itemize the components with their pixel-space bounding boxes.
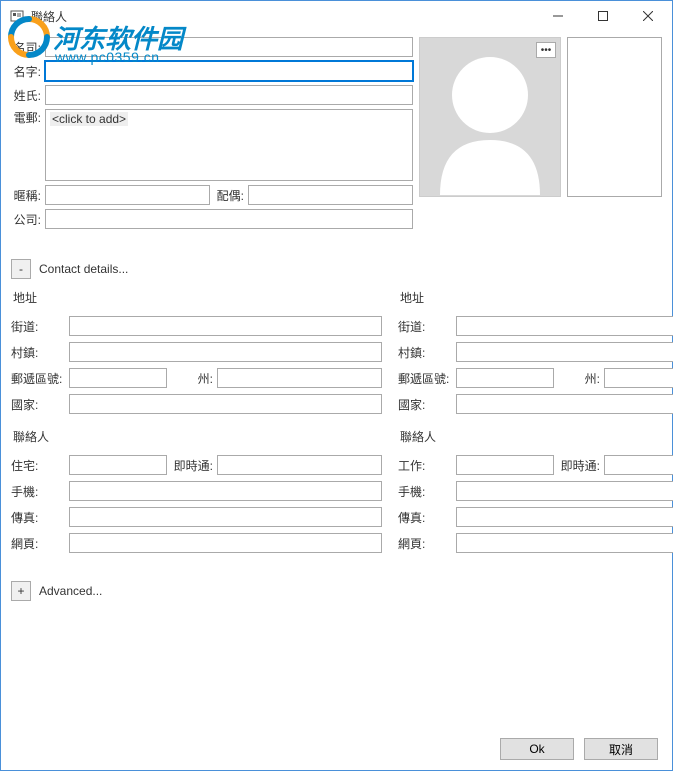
fax1-label: 傳真: (11, 509, 69, 526)
home1-input[interactable] (69, 455, 167, 475)
spouse-input[interactable] (248, 185, 413, 205)
country1-input[interactable] (69, 394, 382, 414)
minimize-button[interactable] (535, 2, 580, 30)
work2-label: 工作: (398, 457, 456, 474)
web1-label: 網頁: (11, 535, 69, 552)
contact1-header: 聯絡人 (11, 428, 382, 445)
village2-input[interactable] (456, 342, 673, 362)
im2-input[interactable] (604, 455, 673, 475)
address2-header: 地址 (398, 289, 673, 306)
country2-label: 國家: (398, 396, 456, 413)
state1-input[interactable] (217, 368, 382, 388)
state2-label: 州: (554, 370, 604, 387)
fax2-label: 傳真: (398, 509, 456, 526)
im1-label: 即時通: (167, 457, 217, 474)
postal2-input[interactable] (456, 368, 554, 388)
dialog-footer: Ok 取消 (500, 738, 658, 760)
contact-window: 聯絡人 河东软件园 www.pc0359.cn 名司: 名字: 姓氏: (0, 0, 673, 771)
fax2-input[interactable] (456, 507, 673, 527)
firstname-label: 名字: (11, 63, 45, 80)
contact-details-label: Contact details... (39, 262, 128, 276)
avatar-more-button[interactable]: ••• (536, 42, 556, 58)
country2-input[interactable] (456, 394, 673, 414)
web1-input[interactable] (69, 533, 382, 553)
nickname-input[interactable] (45, 185, 210, 205)
notes-textarea[interactable] (567, 37, 662, 197)
avatar-placeholder[interactable]: ••• (419, 37, 561, 197)
mobile1-label: 手機: (11, 483, 69, 500)
window-controls (535, 2, 670, 30)
address-column-2: 地址 街道: 村鎮: 郵遞區號: 州: 國家: 聯絡人 工作: 即時通: 手機: 傳… (398, 289, 673, 559)
postal1-label: 郵遞區號: (11, 370, 69, 387)
cancel-button[interactable]: 取消 (584, 738, 658, 760)
mobile2-input[interactable] (456, 481, 673, 501)
street1-label: 街道: (11, 318, 69, 335)
lastname-label: 姓氏: (11, 87, 45, 104)
firstname-input[interactable] (45, 61, 413, 81)
close-button[interactable] (625, 2, 670, 30)
email-label: 電郵: (11, 109, 45, 126)
mobile1-input[interactable] (69, 481, 382, 501)
titlebar: 聯絡人 (1, 1, 672, 31)
name-input[interactable] (45, 37, 413, 57)
address-column-1: 地址 街道: 村鎮: 郵遞區號: 州: 國家: 聯絡人 住宅: 即時通: 手機: 傳… (11, 289, 382, 559)
mobile2-label: 手機: (398, 483, 456, 500)
street2-input[interactable] (456, 316, 673, 336)
basic-info-form: 名司: 名字: 姓氏: 電郵: <click to add> 暱稱: (11, 37, 413, 233)
street2-label: 街道: (398, 318, 456, 335)
state2-input[interactable] (604, 368, 673, 388)
email-input[interactable]: <click to add> (45, 109, 413, 181)
spouse-label: 配偶: (210, 187, 248, 204)
contact2-header: 聯絡人 (398, 428, 673, 445)
content-area: 名司: 名字: 姓氏: 電郵: <click to add> 暱稱: (1, 31, 672, 617)
postal1-input[interactable] (69, 368, 167, 388)
web2-input[interactable] (456, 533, 673, 553)
postal2-label: 郵遞區號: (398, 370, 456, 387)
web2-label: 網頁: (398, 535, 456, 552)
work2-input[interactable] (456, 455, 554, 475)
company-label: 公司: (11, 211, 45, 228)
contact-details-toggle[interactable]: - (11, 259, 31, 279)
address1-header: 地址 (11, 289, 382, 306)
maximize-button[interactable] (580, 2, 625, 30)
app-icon (9, 8, 25, 24)
lastname-input[interactable] (45, 85, 413, 105)
village1-input[interactable] (69, 342, 382, 362)
advanced-label: Advanced... (39, 584, 102, 598)
ok-button[interactable]: Ok (500, 738, 574, 760)
advanced-toggle[interactable]: + (11, 581, 31, 601)
im2-label: 即時通: (554, 457, 604, 474)
fax1-input[interactable] (69, 507, 382, 527)
window-title: 聯絡人 (31, 8, 535, 25)
home1-label: 住宅: (11, 457, 69, 474)
state1-label: 州: (167, 370, 217, 387)
village1-label: 村鎮: (11, 344, 69, 361)
im1-input[interactable] (217, 455, 382, 475)
village2-label: 村鎮: (398, 344, 456, 361)
company-input[interactable] (45, 209, 413, 229)
name-label: 名司: (11, 39, 45, 56)
nickname-label: 暱稱: (11, 187, 45, 204)
street1-input[interactable] (69, 316, 382, 336)
country1-label: 國家: (11, 396, 69, 413)
